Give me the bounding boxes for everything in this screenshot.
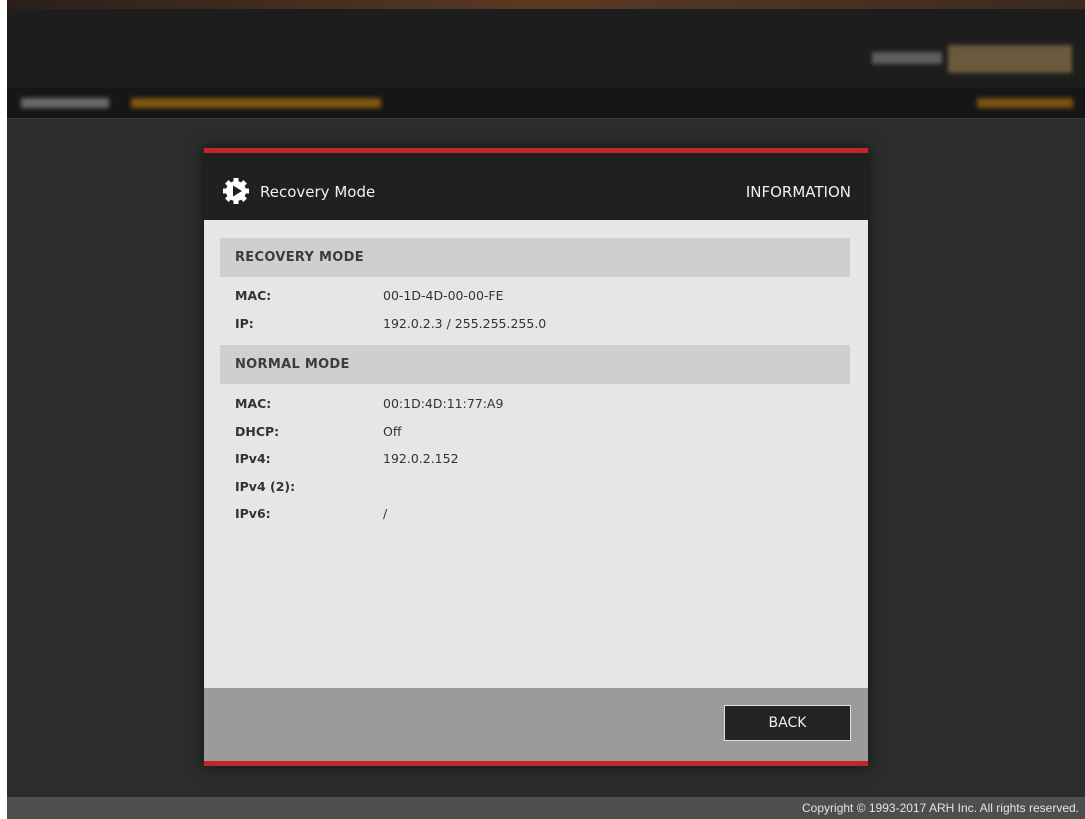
- mode-field-blurred[interactable]: [948, 45, 1072, 73]
- app-header: [7, 9, 1085, 88]
- dialog-title: Recovery Mode: [260, 183, 376, 201]
- row-label: IPv4:: [235, 451, 271, 466]
- breadcrumb-bar: [7, 88, 1085, 119]
- dialog-body: RECOVERY MODE MAC: 00-1D-4D-00-00-FE IP:…: [204, 220, 868, 688]
- mode-label-blurred: [872, 52, 942, 64]
- copyright-text: Copyright © 1993-2017 ARH Inc. All right…: [802, 801, 1079, 815]
- row-label: IP:: [235, 316, 254, 331]
- gear-play-icon: [223, 178, 249, 204]
- breadcrumb-path-blurred[interactable]: [131, 98, 381, 108]
- top-strip: [7, 0, 1085, 9]
- normal-mode-heading: NORMAL MODE: [220, 345, 850, 384]
- row-label: IPv4 (2):: [235, 479, 296, 494]
- recovery-dialog: Recovery Mode INFORMATION RECOVERY MODE …: [204, 148, 868, 766]
- row-label: MAC:: [235, 396, 272, 411]
- normal-mode-heading-label: NORMAL MODE: [235, 357, 350, 372]
- footer: Copyright © 1993-2017 ARH Inc. All right…: [7, 797, 1085, 819]
- row-value: Off: [383, 424, 402, 439]
- nav-right-link-blurred[interactable]: [977, 98, 1073, 108]
- row-label: DHCP:: [235, 424, 280, 439]
- breadcrumb-device-blurred[interactable]: [21, 98, 109, 108]
- row-value: /: [383, 506, 388, 521]
- recovery-mode-heading-label: RECOVERY MODE: [235, 250, 364, 265]
- row-label: IPv6:: [235, 506, 271, 521]
- dialog-header: Recovery Mode INFORMATION: [204, 148, 868, 220]
- row-value: 00:1D:4D:11:77:A9: [383, 396, 504, 411]
- row-value: 192.0.2.152: [383, 451, 459, 466]
- recovery-mode-heading: RECOVERY MODE: [220, 238, 850, 277]
- row-value: 00-1D-4D-00-00-FE: [383, 288, 504, 303]
- back-button[interactable]: BACK: [724, 705, 851, 741]
- row-value: 192.0.2.3 / 255.255.255.0: [383, 316, 547, 331]
- dialog-footer: BACK: [204, 688, 868, 766]
- dialog-section-title: INFORMATION: [745, 183, 851, 201]
- row-label: MAC:: [235, 288, 272, 303]
